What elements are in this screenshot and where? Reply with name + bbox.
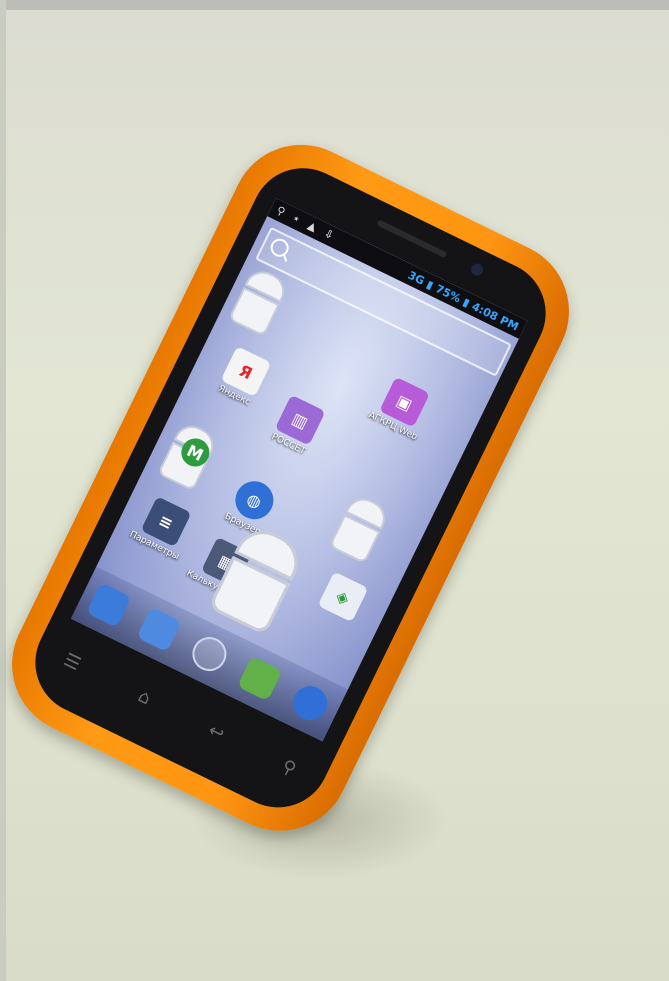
home-icon[interactable]: ⌂ <box>135 686 154 710</box>
orange-bumper-case: ⚲ ⋆ ▲ ⇩ 3G ▮ 75% ▮ 4:08 PM ▣ АГКРЦ Web Я… <box>0 121 593 855</box>
app-agkrc-web[interactable]: ▣ АГКРЦ Web <box>359 370 444 447</box>
maps-icon: ◈ <box>317 571 369 623</box>
front-camera-icon <box>469 261 486 278</box>
messages-app-icon[interactable] <box>237 655 283 702</box>
browser-dock-icon[interactable] <box>287 680 333 726</box>
search-key-icon[interactable]: ⚲ <box>278 756 299 781</box>
phone-body: ⚲ ⋆ ▲ ⇩ 3G ▮ 75% ▮ 4:08 PM ▣ АГКРЦ Web Я… <box>17 150 564 825</box>
app-maps[interactable]: ◈ <box>303 564 383 629</box>
phone: ⚲ ⋆ ▲ ⇩ 3G ▮ 75% ▮ 4:08 PM ▣ АГКРЦ Web Я… <box>0 121 669 888</box>
back-icon[interactable]: ↩ <box>205 720 228 745</box>
contacts-app-icon[interactable] <box>136 606 182 653</box>
search-icon[interactable] <box>267 235 292 260</box>
left-edge <box>0 0 6 981</box>
all-apps-icon[interactable] <box>186 631 233 677</box>
top-edge <box>0 0 669 10</box>
android-robot-icon <box>328 492 391 564</box>
phone-app-icon[interactable] <box>86 582 132 628</box>
battery-percent: 75% <box>433 281 463 305</box>
network-indicator: 3G <box>405 268 427 288</box>
android-robot-icon <box>228 265 291 337</box>
menu-icon[interactable]: ☰ <box>60 649 84 675</box>
home-screen[interactable]: ⚲ ⋆ ▲ ⇩ 3G ▮ 75% ▮ 4:08 PM ▣ АГКРЦ Web Я… <box>70 198 528 742</box>
photo-scene: ⚲ ⋆ ▲ ⇩ 3G ▮ 75% ▮ 4:08 PM ▣ АГКРЦ Web Я… <box>0 0 669 981</box>
